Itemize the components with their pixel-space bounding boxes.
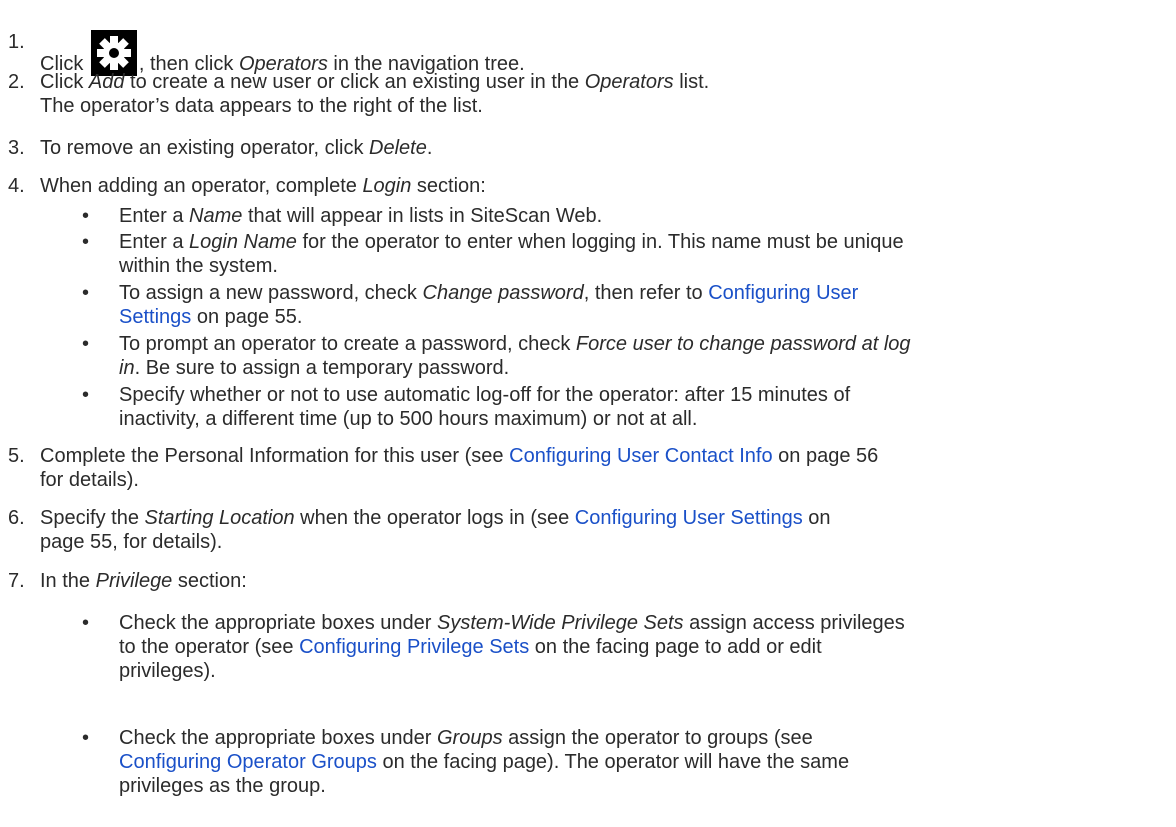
- bullet-text: Specify whether or not to use automatic …: [119, 383, 1119, 431]
- step-text: Click Add to create a new user or click …: [40, 70, 1170, 118]
- text-run: , then refer to: [583, 282, 709, 304]
- text-run: on the facing page). The operator will h…: [376, 751, 850, 773]
- text-run: Check the appropriate boxes under: [119, 727, 437, 749]
- bullet-dot: •: [82, 727, 90, 749]
- bullet-text: Check the appropriate boxes under System…: [119, 611, 1119, 683]
- text-run: To prompt an operator to create a passwo…: [119, 333, 576, 355]
- ui-term: Change password: [422, 282, 584, 304]
- bullet-dot: •: [82, 205, 90, 227]
- cross-reference-link[interactable]: Settings: [119, 306, 191, 328]
- ui-term: Name: [189, 205, 243, 227]
- step-number: 6.: [8, 507, 25, 529]
- bullet-text: Check the appropriate boxes under Groups…: [119, 726, 1119, 798]
- bullet-dot: •: [82, 231, 90, 253]
- text-run: In the: [40, 570, 96, 592]
- text-run: To assign a new password, check: [119, 282, 423, 304]
- bullet-text: Enter a Login Name for the operator to e…: [119, 230, 1119, 278]
- step-number: 1.: [8, 31, 25, 53]
- step-text: To remove an existing operator, click De…: [40, 136, 1170, 160]
- text-run: list.: [673, 71, 710, 93]
- cross-reference-link[interactable]: Configuring Operator Groups: [119, 751, 377, 773]
- text-run: on the facing page to add or edit: [529, 636, 822, 658]
- ui-term: in: [119, 357, 135, 379]
- text-run: when the operator logs in (see: [294, 507, 575, 529]
- text-run: for the operator to enter when logging i…: [296, 231, 904, 253]
- text-run: to create a new user or click an existin…: [124, 71, 585, 93]
- document-page: 1. Click , then click Operators in the n…: [0, 0, 1176, 827]
- step-number: 4.: [8, 175, 25, 197]
- bullet-dot: •: [82, 384, 90, 406]
- step-number: 5.: [8, 445, 25, 467]
- text-run: Enter a: [119, 231, 190, 253]
- text-run: Specify whether or not to use automatic …: [119, 384, 851, 406]
- step-text: Complete the Personal Information for th…: [40, 444, 1170, 492]
- ui-term: Force user to change password at log: [575, 333, 911, 355]
- text-run: to the operator (see: [119, 636, 300, 658]
- text-run: section:: [411, 175, 486, 197]
- ui-term: Starting Location: [144, 507, 295, 529]
- ui-term: Operators: [584, 71, 674, 93]
- text-run: that will appear in lists in SiteScan We…: [242, 205, 603, 227]
- cross-reference-link[interactable]: Configuring User Settings: [575, 507, 803, 529]
- step-number: 7.: [8, 570, 25, 592]
- text-run: To remove an existing operator, click: [40, 137, 370, 159]
- text-run: Complete the Personal Information for th…: [40, 445, 510, 467]
- step-text: Specify the Starting Location when the o…: [40, 506, 1170, 554]
- step-text: When adding an operator, complete Login …: [40, 174, 1170, 198]
- bullet-text: To prompt an operator to create a passwo…: [119, 332, 1119, 380]
- text-run: page 55, for details).: [40, 531, 223, 553]
- text-run: privileges).: [119, 660, 216, 682]
- step-number: 2.: [8, 71, 25, 93]
- text-run: assign access privileges: [683, 612, 905, 634]
- text-run: on page 55.: [191, 306, 303, 328]
- text-run: Specify the: [40, 507, 145, 529]
- bullet-dot: •: [82, 282, 90, 304]
- text-run: for details).: [40, 469, 139, 491]
- text-run: . Be sure to assign a temporary password…: [134, 357, 510, 379]
- text-run: privileges as the group.: [119, 775, 326, 797]
- text-run: assign the operator to groups (see: [502, 727, 813, 749]
- text-run: section:: [172, 570, 247, 592]
- bullet-text: Enter a Name that will appear in lists i…: [119, 204, 1119, 228]
- ui-term: Privilege: [95, 570, 173, 592]
- ui-term: Login Name: [189, 231, 297, 253]
- text-run: The operator’s data appears to the right…: [40, 95, 483, 117]
- bullet-dot: •: [82, 333, 90, 355]
- step-text: In the Privilege section:: [40, 569, 1170, 593]
- text-run: within the system.: [119, 255, 278, 277]
- bullet-dot: •: [82, 612, 90, 634]
- text-run: When adding an operator, complete: [40, 175, 363, 197]
- text-run: on: [802, 507, 831, 529]
- text-run: Click: [40, 71, 89, 93]
- ui-term: System-Wide Privilege Sets: [436, 612, 684, 634]
- bullet-text: To assign a new password, check Change p…: [119, 281, 1119, 329]
- ui-term: Add: [88, 71, 125, 93]
- text-run: Enter a: [119, 205, 190, 227]
- cross-reference-link[interactable]: Configuring User: [708, 282, 858, 304]
- ui-term: Delete: [369, 137, 427, 159]
- ui-term: Groups: [436, 727, 503, 749]
- cross-reference-link[interactable]: Configuring Privilege Sets: [299, 636, 529, 658]
- step-number: 3.: [8, 137, 25, 159]
- text-run: Check the appropriate boxes under: [119, 612, 437, 634]
- text-run: inactivity, a different time (up to 500 …: [119, 408, 698, 430]
- cross-reference-link[interactable]: Configuring User Contact Info: [509, 445, 772, 467]
- text-run: .: [426, 137, 433, 159]
- ui-term: Login: [362, 175, 412, 197]
- text-run: on page 56: [772, 445, 879, 467]
